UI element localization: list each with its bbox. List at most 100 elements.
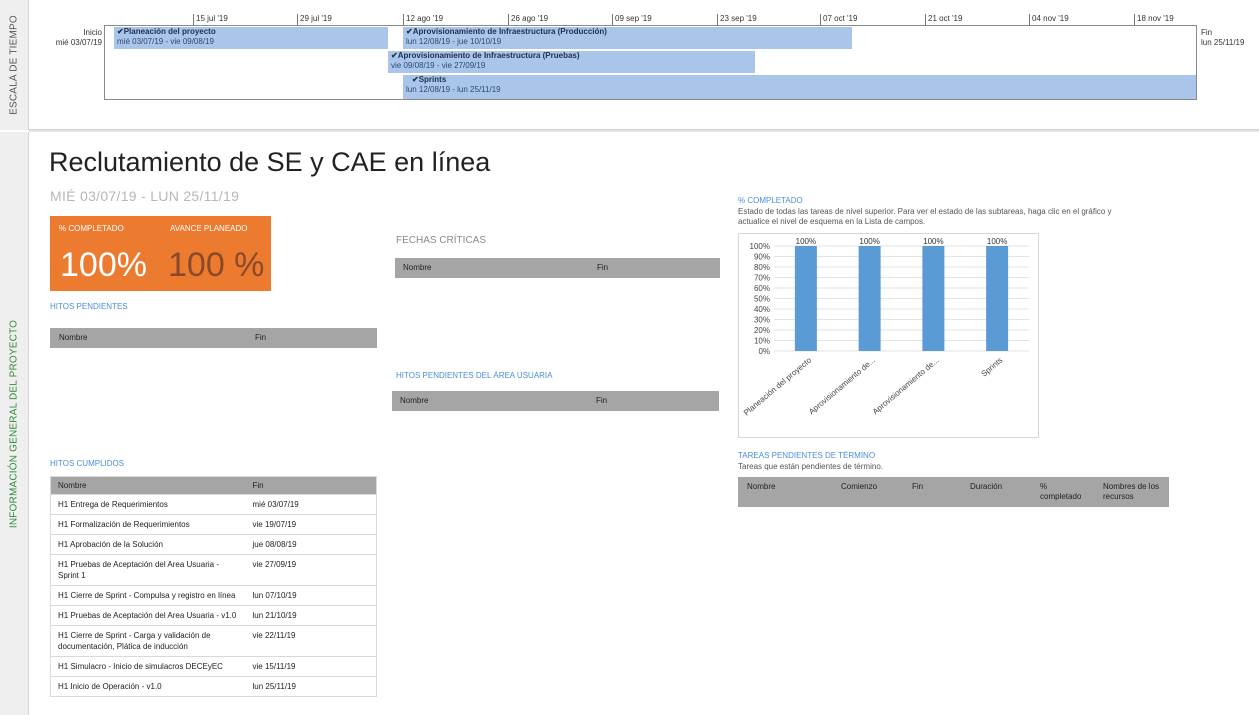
cell-end: vie 19/07/19 <box>245 514 377 535</box>
cell-name: H1 Cierre de Sprint - Compulsa y registr… <box>50 585 246 606</box>
kpi-completed-value: 100% <box>60 246 147 284</box>
cell-name: H1 Cierre de Sprint - Carga y validación… <box>50 625 246 657</box>
timeline-bar[interactable]: ✔Planeación del proyecto mié 03/07/19 - … <box>114 27 388 49</box>
cell-end: vie 22/11/19 <box>245 625 377 657</box>
kpi-completed-label: % COMPLETADO <box>59 224 124 233</box>
chart-data-label: 100% <box>796 237 816 246</box>
col-header-comienzo: Comienzo <box>841 482 878 491</box>
chart-y-tick-label: 50% <box>754 295 770 304</box>
timeline-tick: 09 sep '19 <box>612 14 652 25</box>
timeline-bar-dates: mié 03/07/19 - vie 09/08/19 <box>117 37 214 46</box>
table-row[interactable]: H1 Simulacro - Inicio de simulacros DECE… <box>50 656 377 677</box>
cell-name: H1 Aprobación de la Solución <box>50 534 246 555</box>
col-header-fin: Fin <box>596 396 608 405</box>
fechas-criticas-title: FECHAS CRÍTICAS <box>396 235 487 246</box>
cell-name: H1 Pruebas de Aceptación del Area Usuari… <box>50 554 246 586</box>
tareas-pendientes-title: TAREAS PENDIENTES DE TÉRMINO <box>738 451 876 460</box>
timeline-tick: 26 ago '19 <box>508 14 548 25</box>
col-header-nombre: Nombre <box>403 263 432 272</box>
timeline-tick: 04 nov '19 <box>1029 14 1069 25</box>
table-row[interactable]: H1 Cierre de Sprint - Carga y validación… <box>50 625 377 657</box>
timeline-bar-name: Aprovisionamiento de Infraestructura (Pr… <box>397 51 580 60</box>
check-icon: ✔ <box>406 27 413 36</box>
timeline-side-strip: ESCALA DE TIEMPO <box>0 0 29 130</box>
timeline-bar-dates: lun 12/08/19 - lun 25/11/19 <box>406 85 501 94</box>
table-row[interactable]: H1 Aprobación de la Solución jue 08/08/19 <box>50 534 377 555</box>
chart-category-label: Aprovisionamiento de... <box>871 356 941 417</box>
check-icon: ✔ <box>412 75 419 84</box>
pct-chart[interactable]: 0% 10% 20% 30% 40% 50% 60% 70% 80% 90% 100% 100% Pla… <box>738 233 1039 438</box>
timeline-bar[interactable]: ✔Aprovisionamiento de Infraestructura (P… <box>403 27 852 49</box>
timeline-end: Fin lun 25/11/19 <box>1201 28 1244 48</box>
col-header-fin: Fin <box>597 263 609 272</box>
pct-chart-svg: 0%10% 20%30% 40%50% 60%70% 80%90% 100% 100% Pla… <box>742 237 1029 417</box>
cell-end: lun 21/10/19 <box>245 605 377 626</box>
chart-y-tick-label: 10% <box>754 337 770 346</box>
col-header-nombre: Nombre <box>50 476 246 495</box>
table-row[interactable]: H1 Cierre de Sprint - Compulsa y registr… <box>50 585 377 606</box>
section-divider <box>29 129 1259 132</box>
timeline-end-date: lun 25/11/19 <box>1201 38 1245 47</box>
hitos-pendientes-table-header[interactable]: Nombre Fin <box>50 328 377 348</box>
cell-end: mié 03/07/19 <box>245 494 377 515</box>
col-header-fin: Fin <box>912 482 924 491</box>
fechas-criticas-table-header[interactable]: Nombre Fin <box>395 258 720 278</box>
hitos-cumplidos-title: HITOS CUMPLIDOS <box>50 459 125 468</box>
pct-chart-title: % COMPLETADO <box>738 196 803 205</box>
chart-y-tick-label: 0% <box>758 347 770 356</box>
timeline-bar[interactable]: ✔Aprovisionamiento de Infraestructura (P… <box>388 51 755 73</box>
info-side-label: INFORMACIÓN GENERAL DEL PROYECTO <box>8 319 20 528</box>
cell-name: H1 Simulacro - Inicio de simulacros DECE… <box>50 656 246 677</box>
timeline-bar-dates: vie 09/08/19 - vie 27/09/19 <box>391 61 486 70</box>
tareas-pendientes-table-header[interactable]: Nombre Comienzo Fin Duración % completad… <box>738 477 1169 507</box>
chart-bar <box>986 246 1009 351</box>
col-header-nombre: Nombre <box>59 333 88 342</box>
col-header-nombre: Nombre <box>400 396 429 405</box>
timeline-side-label: ESCALA DE TIEMPO <box>8 15 20 115</box>
hitos-area-table-header[interactable]: Nombre Fin <box>392 391 719 411</box>
cell-name: H1 Formalización de Requerimientos <box>50 514 246 535</box>
timeline-bar-dates: lun 12/08/19 - jue 10/10/19 <box>406 37 502 46</box>
kpi-card[interactable]: % COMPLETADO AVANCE PLANEADO 100% 100 % <box>50 216 271 291</box>
table-row[interactable]: H1 Formalización de Requerimientos vie 19… <box>50 514 377 535</box>
col-header-fin: Fin <box>245 476 377 495</box>
chart-data-label: 100% <box>987 237 1007 246</box>
chart-category-label: Planeación del proyecto <box>742 355 814 417</box>
timeline-tick: 15 jul '19 <box>193 14 228 25</box>
kpi-planned-label: AVANCE PLANEADO <box>170 224 248 233</box>
chart-y-tick-label: 40% <box>754 305 770 314</box>
chart-bar <box>858 246 881 351</box>
chart-bar <box>922 246 945 351</box>
table-row[interactable]: H1 Inicio de Operación - v1.0 lun 25/11/1… <box>50 676 377 697</box>
check-icon: ✔ <box>117 27 124 36</box>
col-header-recursos: Nombres de los recursos <box>1103 482 1160 501</box>
chart-data-label: 100% <box>923 237 943 246</box>
cell-name: H1 Pruebas de Aceptación del Area Usuari… <box>50 605 246 626</box>
timeline-bar[interactable]: ✔Sprints lun 12/08/19 - lun 25/11/19 <box>403 75 1196 99</box>
timeline-start-date: mié 03/07/19 <box>55 38 102 47</box>
chart-category-label: Sprints <box>980 356 1005 379</box>
chart-bar <box>794 246 817 351</box>
timeline-tick: 12 ago '19 <box>403 14 443 25</box>
chart-y-tick-label: 100% <box>750 242 770 251</box>
timeline-tick: 29 jul '19 <box>297 14 332 25</box>
col-header-fin: Fin <box>255 333 267 342</box>
timeline-bar-name: Planeación del proyecto <box>123 27 216 36</box>
timeline-start-label: Inicio <box>83 28 102 37</box>
timeline-tick: 18 nov '19 <box>1134 14 1174 25</box>
timeline-end-label: Fin <box>1201 28 1213 37</box>
table-row[interactable]: H1 Pruebas de Aceptación del Area Usuari… <box>50 605 377 626</box>
cell-name: H1 Entrega de Requerimientos <box>50 494 246 515</box>
table-row[interactable]: H1 Pruebas de Aceptación del Area Usuari… <box>50 554 377 586</box>
hitos-area-title: HITOS PENDIENTES DEL ÁREA USUARIA <box>396 371 553 380</box>
kpi-planned-value: 100 % <box>168 246 265 284</box>
tareas-pendientes-description: Tareas que están pendientes de término. <box>738 462 883 471</box>
chart-data-label: 100% <box>859 237 879 246</box>
table-header-row: Nombre Fin <box>50 476 377 495</box>
cell-end: lun 25/11/19 <box>245 676 377 697</box>
col-header-nombre: Nombre <box>747 482 776 491</box>
timeline-start: Inicio mié 03/07/19 <box>48 28 102 48</box>
chart-y-tick-label: 30% <box>754 316 770 325</box>
table-row[interactable]: H1 Entrega de Requerimientos mié 03/07/19 <box>50 494 377 515</box>
hitos-cumplidos-table[interactable]: Nombre Fin H1 Entrega de Requerimientos m… <box>50 476 377 697</box>
